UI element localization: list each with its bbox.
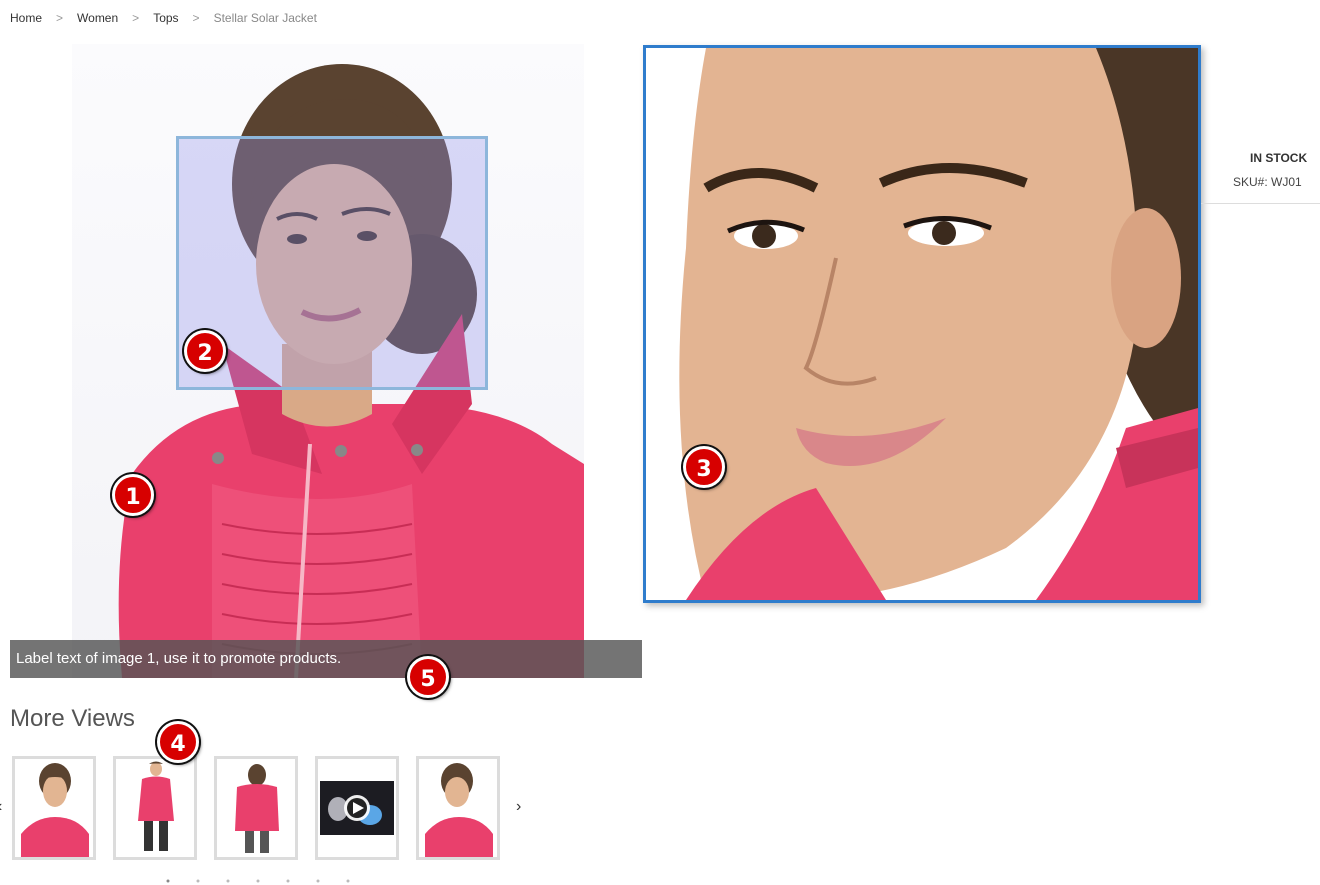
divider — [1201, 203, 1320, 204]
callout-badge-1: 1 — [112, 474, 154, 516]
callout-badge-4: 4 — [157, 721, 199, 763]
thumbnail-image — [217, 759, 295, 857]
thumbnail-image — [15, 759, 93, 857]
sku-value: WJ01 — [1271, 175, 1302, 189]
thumbnail-3[interactable] — [214, 756, 298, 860]
breadcrumb-tops[interactable]: Tops — [153, 11, 178, 25]
main-product-image[interactable] — [72, 44, 584, 678]
thumbnail-prev-icon[interactable]: ‹ — [0, 798, 2, 816]
breadcrumb-current: Stellar Solar Jacket — [213, 11, 317, 25]
breadcrumb-women[interactable]: Women — [77, 11, 118, 25]
more-views-title: More Views — [10, 705, 135, 732]
zoom-window — [643, 45, 1201, 603]
stock-status: IN STOCK — [1250, 151, 1308, 165]
zoomed-photo — [646, 48, 1198, 600]
image-label-bar: Label text of image 1, use it to promote… — [10, 640, 642, 678]
callout-badge-3: 3 — [683, 446, 725, 488]
thumbnail-5[interactable] — [416, 756, 500, 860]
thumbnail-image — [419, 759, 497, 857]
sku: SKU#: WJ01 — [1233, 175, 1302, 189]
thumbnail-image — [318, 759, 396, 857]
sku-label: SKU#: — [1233, 175, 1268, 189]
thumbnail-strip — [12, 756, 512, 862]
callout-badge-2: 2 — [184, 330, 226, 372]
thumbnail-image — [116, 759, 194, 857]
breadcrumb-separator: > — [192, 11, 200, 25]
breadcrumb: Home > Women > Tops > Stellar Solar Jack… — [10, 11, 317, 25]
breadcrumb-home[interactable]: Home — [10, 11, 42, 25]
breadcrumb-separator: > — [132, 11, 140, 25]
callout-badge-5: 5 — [407, 656, 449, 698]
thumbnail-next-icon[interactable]: › — [516, 798, 521, 816]
thumbnail-video[interactable] — [315, 756, 399, 860]
thumbnail-1[interactable] — [12, 756, 96, 860]
breadcrumb-separator: > — [56, 11, 64, 25]
thumbnail-dots — [166, 879, 350, 883]
thumbnail-2[interactable] — [113, 756, 197, 860]
